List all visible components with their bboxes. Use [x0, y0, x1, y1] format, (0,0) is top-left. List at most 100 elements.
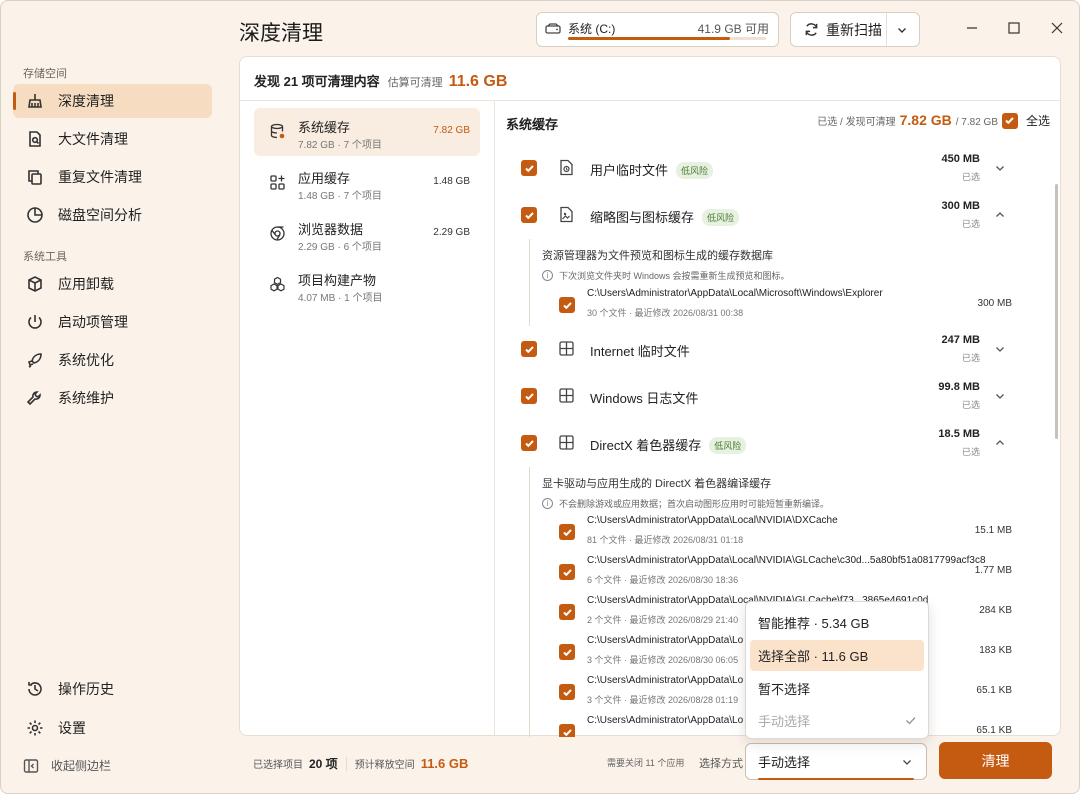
- sidebar-item-disk-analysis[interactable]: 磁盘空间分析: [13, 198, 212, 232]
- item-checkbox[interactable]: [521, 341, 537, 357]
- detail-note-text: 不会删除游戏或应用数据；首次启动图形应用时可能短暂重新编译。: [559, 499, 830, 509]
- clean-button[interactable]: 清理: [939, 742, 1052, 779]
- windows-icon: [559, 435, 574, 450]
- minimize-icon[interactable]: [965, 21, 979, 35]
- item-detail: 资源管理器为文件预览和图标生成的缓存数据库 i 下次浏览文件夹时 Windows …: [542, 247, 1042, 282]
- check-icon: [562, 688, 572, 696]
- item-name: Internet 临时文件: [590, 341, 690, 360]
- cache-item-thumbnails[interactable]: 缩略图与图标缓存 低风险 300 MB 已选: [495, 193, 1040, 237]
- cache-item-windows-logs[interactable]: Windows 日志文件 99.8 MB 已选: [495, 374, 1040, 418]
- chevron-down-icon[interactable]: [995, 391, 1005, 401]
- option-select-none[interactable]: 暂不选择: [750, 673, 924, 704]
- disk-name: 系统 (C:): [568, 22, 616, 36]
- scrollbar[interactable]: [1055, 184, 1058, 439]
- item-checkbox[interactable]: [521, 435, 537, 451]
- history-icon: [26, 680, 44, 698]
- sidebar-item-uninstall[interactable]: 应用卸载: [13, 267, 212, 301]
- cache-item-internet-temp[interactable]: Internet 临时文件 247 MB 已选: [495, 327, 1040, 371]
- category-meta: 2.29 GB · 6 个项目: [298, 242, 382, 253]
- path-meta: 30 个文件 · 最近修改 2026/08/31 00:38: [587, 308, 744, 318]
- item-name-text: Windows 日志文件: [590, 391, 699, 406]
- check-icon: [562, 528, 572, 536]
- cache-item-directx-shader[interactable]: DirectX 着色器缓存 低风险 18.5 MB 已选: [495, 421, 1040, 465]
- info-icon: i: [542, 270, 553, 281]
- sidebar-section-storage: 存储空间: [23, 68, 67, 80]
- file-search-icon: [26, 130, 44, 148]
- sidebar-item-history[interactable]: 操作历史: [13, 672, 212, 706]
- path-checkbox[interactable]: [559, 297, 575, 313]
- path-row[interactable]: C:\Users\Administrator\AppData\Local\Mic…: [495, 285, 1040, 325]
- path-checkbox[interactable]: [559, 524, 575, 540]
- risk-badge: 低风险: [709, 437, 747, 454]
- header-divider: [240, 100, 1060, 101]
- refresh-icon: [805, 23, 818, 36]
- sidebar-item-maintenance[interactable]: 系统维护: [13, 381, 212, 415]
- item-size: 450 MB: [941, 153, 980, 165]
- item-status: 已选: [961, 400, 980, 410]
- collapse-sidebar-button[interactable]: 收起侧边栏: [23, 757, 111, 774]
- sidebar-item-settings[interactable]: 设置: [13, 711, 212, 745]
- category-build-artifacts[interactable]: 项目构建产物 4.07 MB · 1 个项目: [254, 261, 480, 309]
- sidebar-item-large-files[interactable]: 大文件清理: [13, 122, 212, 156]
- sidebar-item-label: 系统优化: [58, 352, 114, 368]
- sidebar-item-deep-clean[interactable]: 深度清理: [13, 84, 212, 118]
- chevron-down-icon[interactable]: [897, 25, 907, 35]
- option-smart[interactable]: 智能推荐 · 5.34 GB: [750, 607, 924, 638]
- item-checkbox[interactable]: [521, 207, 537, 223]
- sidebar-item-startup[interactable]: 启动项管理: [13, 305, 212, 339]
- rescan-button[interactable]: 重新扫描: [790, 12, 920, 47]
- pie-chart-icon: [26, 206, 44, 224]
- category-meta: 7.82 GB · 7 个项目: [298, 140, 382, 151]
- selection-summary: 已选择项目 20 项 预计释放空间 11.6 GB: [253, 755, 468, 772]
- cache-item-user-temp[interactable]: 用户临时文件 低风险 450 MB 已选: [495, 146, 1040, 190]
- category-app-cache[interactable]: 应用缓存 1.48 GB · 7 个项目 1.48 GB: [254, 159, 480, 207]
- item-status: 已选: [961, 353, 980, 363]
- path-row[interactable]: C:\Users\Administrator\AppData\Local\NVI…: [495, 552, 1040, 592]
- risk-badge: 低风险: [676, 162, 714, 179]
- selection-mode-select[interactable]: 手动选择: [745, 743, 927, 780]
- checkbox[interactable]: [1001, 112, 1018, 129]
- path-checkbox[interactable]: [559, 564, 575, 580]
- item-checkbox[interactable]: [521, 388, 537, 404]
- option-select-all[interactable]: 选择全部 · 11.6 GB: [750, 640, 924, 671]
- chevron-down-icon[interactable]: [995, 163, 1005, 173]
- category-browser-data[interactable]: 浏览器数据 2.29 GB · 6 个项目 2.29 GB: [254, 210, 480, 258]
- sidebar-item-duplicates[interactable]: 重复文件清理: [13, 160, 212, 194]
- summary-text: 发现 21 项可清理内容: [254, 74, 380, 89]
- item-name: Windows 日志文件: [590, 388, 698, 407]
- release-value: 11.6 GB: [420, 756, 469, 771]
- check-icon: [524, 392, 534, 400]
- category-name: 浏览器数据: [298, 222, 364, 237]
- selection-stat-total: / 7.82 GB: [955, 117, 998, 128]
- apps-grid-icon: [270, 175, 285, 190]
- path-row[interactable]: C:\Users\Administrator\AppData\Local\NVI…: [495, 512, 1040, 552]
- chevron-up-icon[interactable]: [995, 210, 1005, 220]
- option-manual[interactable]: 手动选择: [750, 705, 924, 736]
- category-system-cache[interactable]: 系统缓存 7.82 GB · 7 个项目 7.82 GB: [254, 108, 480, 156]
- maximize-icon[interactable]: [1007, 21, 1021, 35]
- item-name: 缩略图与图标缓存 低风险: [590, 207, 740, 226]
- disk-usage-bar: [568, 37, 766, 40]
- sidebar-item-optimize[interactable]: 系统优化: [13, 343, 212, 377]
- path-checkbox[interactable]: [559, 644, 575, 660]
- item-checkbox[interactable]: [521, 160, 537, 176]
- path-checkbox[interactable]: [559, 604, 575, 620]
- info-icon: i: [542, 498, 553, 509]
- item-status: 已选: [961, 219, 980, 229]
- chevron-up-icon[interactable]: [995, 438, 1005, 448]
- sidebar-item-label: 系统维护: [58, 390, 114, 406]
- detail-description: 显卡驱动与应用生成的 DirectX 着色器编译缓存: [542, 478, 772, 490]
- disk-selector[interactable]: 系统 (C:) 41.9 GB 可用: [536, 12, 779, 47]
- action-bar: 已选择项目 20 项预计释放空间 11.6 GB 需要关闭 11 个应用 选择方式 …: [239, 736, 1061, 793]
- select-all-checkbox[interactable]: 全选: [1001, 112, 1050, 129]
- cubes-icon: [270, 276, 285, 292]
- browser-icon: [270, 226, 285, 241]
- item-size: 99.8 MB: [938, 381, 980, 393]
- chevron-down-icon[interactable]: [995, 344, 1005, 354]
- package-remove-icon: [26, 275, 44, 293]
- detail-note: i 下次浏览文件夹时 Windows 会按需重新生成预览和图标。: [542, 269, 1042, 282]
- path-checkbox[interactable]: [559, 684, 575, 700]
- divider: [345, 757, 347, 771]
- close-icon[interactable]: [1050, 21, 1064, 35]
- category-meta: 1.48 GB · 7 个项目: [298, 191, 382, 202]
